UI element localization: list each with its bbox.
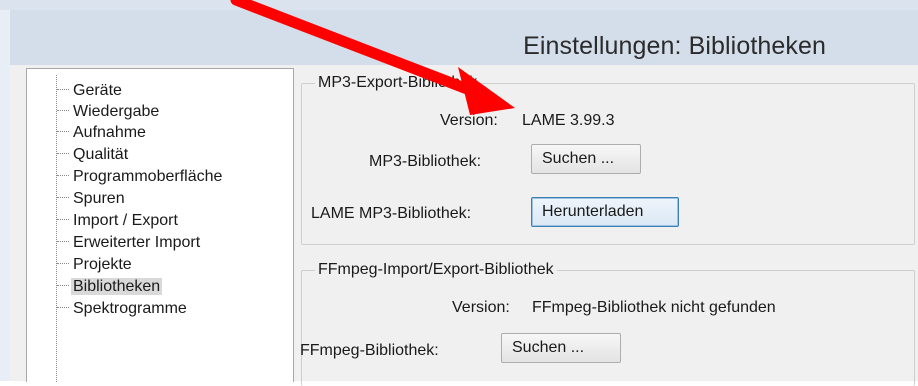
tree-item-qualitaet[interactable]: Qualität (57, 144, 130, 166)
tree-item-wiedergabe[interactable]: Wiedergabe (57, 101, 161, 123)
tree-item-spuren[interactable]: Spuren (57, 188, 127, 210)
category-tree[interactable]: Geräte Wiedergabe Aufnahme Qualität Prog… (26, 68, 294, 382)
preferences-window: Einstellungen: Bibliotheken Geräte Wiede… (0, 0, 918, 386)
window-title: Einstellungen: Bibliotheken (523, 32, 826, 60)
tree-branch (57, 285, 69, 287)
dialog-content: Geräte Wiedergabe Aufnahme Qualität Prog… (10, 65, 918, 386)
tree-item-import-export[interactable]: Import / Export (57, 210, 180, 232)
tree-item-label: Aufnahme (73, 124, 146, 141)
tree-branch (57, 197, 69, 199)
mp3-version-label: Version: (440, 112, 498, 129)
ffmpeg-library-label: FFmpeg-Bibliothek: (300, 342, 439, 359)
tree-branch (57, 219, 69, 221)
tree-item-label: Programmoberfläche (73, 168, 223, 185)
ffmpeg-group-title: FFmpeg-Import/Export-Bibliothek (315, 261, 557, 279)
lame-library-label: LAME MP3-Bibliothek: (311, 205, 472, 222)
tree-branch (57, 131, 69, 133)
tree-item-label: Bibliotheken (71, 278, 163, 295)
tree-branch (57, 241, 69, 243)
mp3-search-button[interactable]: Suchen ... (531, 144, 641, 174)
mp3-group-title: MP3-Export-Bibliothek (315, 74, 481, 92)
tree-item-label: Wiedergabe (73, 103, 160, 120)
title-bar: Einstellungen: Bibliotheken (10, 10, 918, 65)
tree-item-projekte[interactable]: Projekte (57, 254, 134, 276)
tree-item-label: Qualität (73, 146, 129, 163)
tree-branch (57, 110, 69, 112)
download-button[interactable]: Herunterladen (531, 197, 679, 227)
tree-item-spektrogramme[interactable]: Spektrogramme (57, 298, 189, 320)
tree-item-label: Geräte (73, 82, 122, 99)
tree-item-label: Erweiterter Import (73, 234, 201, 251)
ffmpeg-version-label: Version: (452, 299, 510, 316)
ffmpeg-search-button[interactable]: Suchen ... (501, 333, 621, 363)
tree-item-label: Spektrogramme (73, 300, 187, 317)
tree-branch (57, 263, 69, 265)
tree-item-erweiterter-import[interactable]: Erweiterter Import (57, 232, 202, 254)
tree-branch (57, 89, 69, 91)
ffmpeg-group (301, 270, 915, 386)
tree-item-programmoberflaeche[interactable]: Programmoberfläche (57, 166, 224, 188)
tree-branch (57, 307, 69, 309)
tree-item-aufnahme[interactable]: Aufnahme (57, 122, 148, 144)
tree-item-geraete[interactable]: Geräte (57, 80, 124, 102)
tree-item-label: Import / Export (73, 212, 178, 229)
tree-branch (57, 153, 69, 155)
tree-item-label: Projekte (73, 256, 132, 273)
tree-item-bibliotheken[interactable]: Bibliotheken (57, 276, 163, 298)
ffmpeg-version-value: FFmpeg-Bibliothek nicht gefunden (532, 299, 776, 316)
tree-branch (57, 175, 69, 177)
mp3-version-value: LAME 3.99.3 (522, 112, 615, 129)
mp3-library-label: MP3-Bibliothek: (369, 153, 482, 170)
tree-item-label: Spuren (73, 190, 125, 207)
